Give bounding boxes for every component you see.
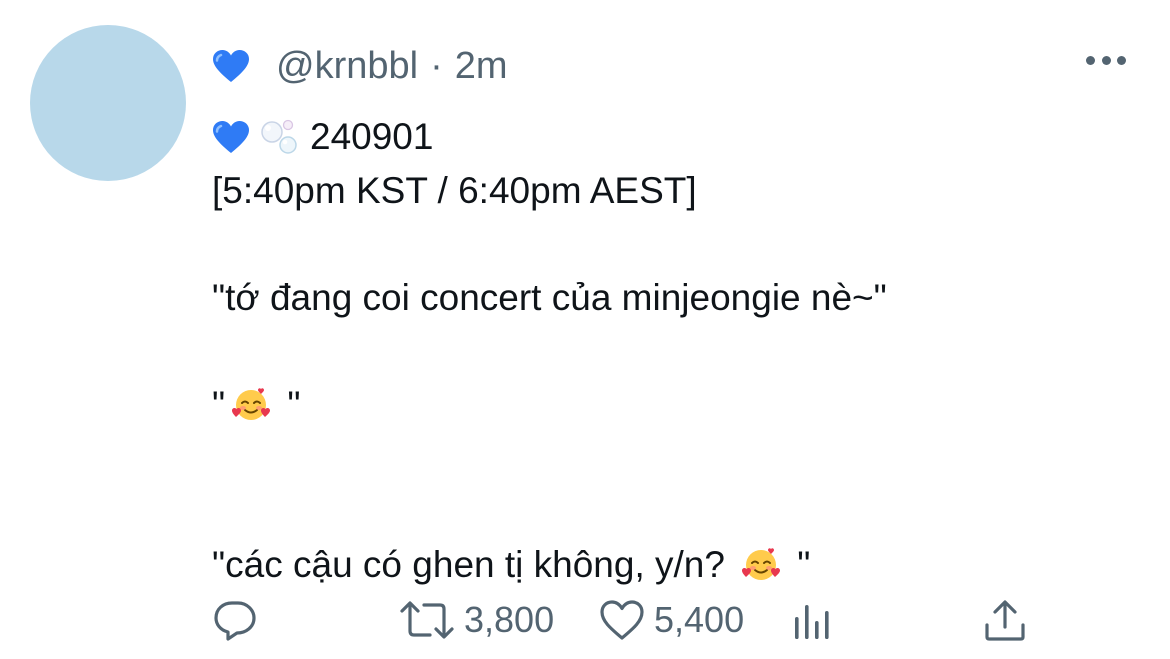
- retweet-icon: [400, 601, 454, 639]
- tweet-actions: 3,800 5,400: [212, 592, 1032, 648]
- more-icon: [1086, 55, 1095, 65]
- tweet-header: @krnbbl · 2m: [212, 42, 508, 90]
- date-text: 240901: [310, 116, 434, 157]
- smiling-face-hearts-icon: [232, 388, 271, 420]
- retweet-count: 3,800: [464, 599, 555, 640]
- bubbles-icon: [261, 119, 297, 154]
- blue-heart-icon: [213, 50, 249, 82]
- quote-line-2: " ": [212, 384, 301, 425]
- more-options-button[interactable]: [1086, 52, 1126, 68]
- blue-heart-icon: [213, 121, 249, 153]
- share-icon: [985, 600, 1025, 641]
- time-line: [5:40pm KST / 6:40pm AEST]: [212, 170, 697, 211]
- reply-button[interactable]: [212, 592, 258, 648]
- reply-icon: [214, 601, 256, 641]
- tweet-text: 240901 [5:40pm KST / 6:40pm AEST] "tớ đa…: [212, 110, 1112, 592]
- separator-dot: ·: [430, 44, 443, 87]
- share-button[interactable]: [982, 592, 1028, 648]
- like-count: 5,400: [654, 599, 745, 640]
- like-button[interactable]: 5,400: [598, 592, 744, 648]
- date-line: 240901: [212, 110, 1112, 164]
- quote-line-1: "tớ đang coi concert của minjeongie nè~": [212, 277, 887, 318]
- user-handle[interactable]: @krnbbl: [276, 45, 418, 88]
- like-icon: [600, 600, 644, 640]
- analytics-icon: [795, 605, 829, 639]
- quote-line-3: "các cậu có ghen tị không, y/n? ": [212, 544, 811, 585]
- smiling-face-hearts-icon: [741, 548, 780, 580]
- retweet-button[interactable]: 3,800: [398, 592, 554, 648]
- analytics-button[interactable]: [792, 592, 834, 648]
- timestamp[interactable]: 2m: [455, 45, 508, 88]
- avatar[interactable]: [30, 25, 186, 181]
